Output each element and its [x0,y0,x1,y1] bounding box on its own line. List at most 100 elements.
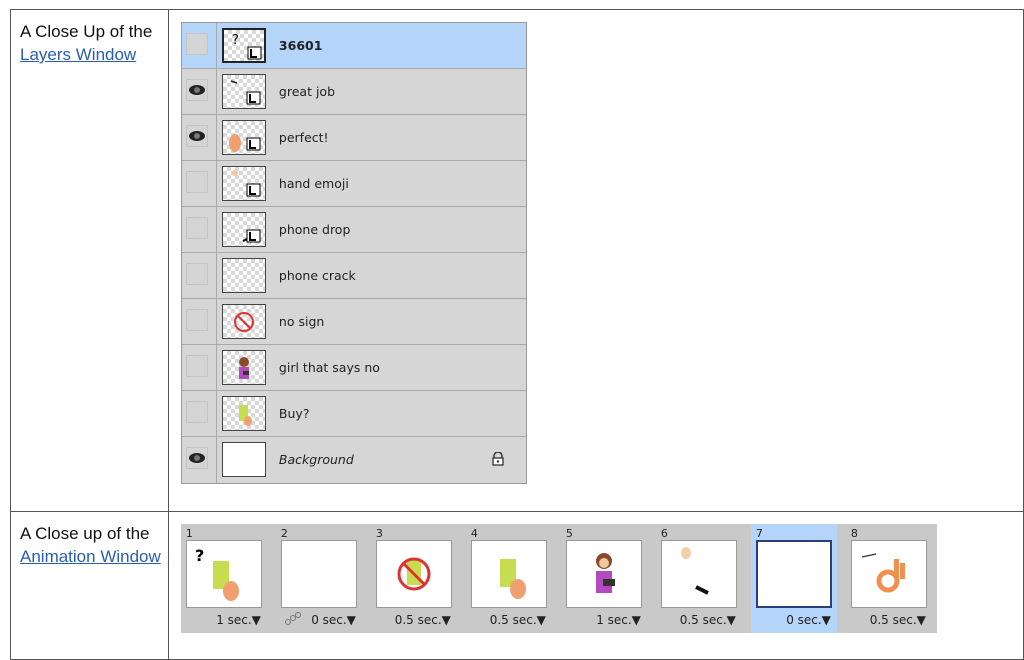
animation-frame[interactable]: 1 ? 1 sec.▼ [181,524,267,633]
frame-number: 6 [660,527,668,540]
question-icon: ? [232,33,262,60]
hand-icon [231,170,261,197]
phone-icon [242,229,261,243]
no-sign-icon [233,312,254,332]
animation-frame[interactable]: 2 0 sec.▼ [276,524,362,633]
frame-number: 2 [280,527,288,540]
visibility-toggle[interactable] [185,217,208,239]
phone-drop-icon [680,547,709,595]
layer-name: great job [278,84,336,99]
frame-delay[interactable]: 0.5 sec.▼ [490,613,546,627]
hand-icon [228,134,261,152]
layer-thumbnail [221,442,266,477]
layer-name: 36601 [278,38,323,53]
visibility-toggle[interactable] [185,171,208,193]
frame-thumbnail [280,540,357,608]
frame-thumbnail [660,540,737,608]
layer-name: phone drop [278,222,351,237]
visibility-toggle[interactable] [185,79,208,101]
svg-text:?: ? [232,33,239,48]
frame-delay[interactable]: 0.5 sec.▼ [680,613,736,627]
layer-row[interactable]: perfect! [181,115,526,161]
animation-image-cell: 1 ? 1 sec.▼ 2 0 sec.▼ 3 0.5 sec.▼ 4 0.5 … [167,511,1024,660]
layer-row[interactable]: hand emoji [181,161,526,207]
frame-number: 1 [185,527,193,540]
layers-image-cell: ? 36601 great job perfect! hand emoji ph… [167,9,1024,512]
frame-delay[interactable]: 1 sec.▼ [216,613,261,627]
eye-icon [188,85,205,95]
frame-thumbnail [375,540,452,608]
layer-row[interactable]: phone crack [181,253,526,299]
frame-number: 7 [755,527,763,540]
layer-row[interactable]: Background [182,437,526,483]
tween-icon [284,612,301,625]
layer-thumbnail [221,350,266,385]
layers-window-link[interactable]: Layers Window [20,45,136,64]
visibility-toggle[interactable] [185,309,208,331]
visibility-toggle[interactable] [185,401,208,423]
girl-icon [238,357,249,379]
layer-thumbnail [221,258,266,293]
frame-delay[interactable]: 0 sec.▼ [786,613,831,627]
animation-frame[interactable]: 7 0 sec.▼ [750,524,837,633]
layer-name: hand emoji [278,176,349,191]
layer-row[interactable]: girl that says no [181,345,526,391]
layer-name: perfect! [278,130,329,145]
layer-thumbnail [221,166,266,201]
layer-name: Background [278,452,354,467]
phone-hand-icon [499,559,526,599]
phone-hand-icon: ? [195,546,239,601]
animation-frame[interactable]: 8 0.5 sec.▼ [846,524,932,633]
layer-thumbnail [221,212,266,247]
layer-thumbnail [221,396,266,431]
layer-row[interactable]: great job [181,69,526,115]
frame-thumbnail [755,540,832,608]
frame-thumbnail [470,540,547,608]
animation-window-link[interactable]: Animation Window [20,547,161,566]
layer-thumbnail: ? [221,28,266,63]
layer-row[interactable]: phone drop [181,207,526,253]
frame-delay[interactable]: 0 sec.▼ [311,613,356,627]
eye-icon [188,453,205,463]
layer-thumbnail [221,120,266,155]
ok-hand-icon [861,553,905,593]
layer-row[interactable]: ? 36601 [181,23,526,69]
frame-delay[interactable]: 0.5 sec.▼ [870,613,926,627]
frame-delay[interactable]: 0.5 sec.▼ [395,613,451,627]
frame-number: 5 [565,527,573,540]
animation-frame[interactable]: 6 0.5 sec.▼ [656,524,742,633]
layer-name: no sign [278,314,325,329]
layer-name: girl that says no [278,360,380,375]
animation-label-text: A Close up of the [20,524,150,543]
visibility-toggle[interactable] [185,33,208,55]
content-table: A Close Up of the Layers Window ? 36601 [10,9,1024,660]
visibility-toggle[interactable] [185,125,208,147]
frame-thumbnail [850,540,927,608]
animation-frame[interactable]: 3 0.5 sec.▼ [371,524,457,633]
frame-number: 8 [850,527,858,540]
layer-row[interactable]: no sign [181,299,526,345]
layers-label-cell: A Close Up of the Layers Window [10,9,169,512]
layer-row[interactable]: Buy? [181,391,526,437]
animation-frame[interactable]: 5 1 sec.▼ [561,524,647,633]
layers-panel: ? 36601 great job perfect! hand emoji ph… [180,22,527,484]
visibility-toggle[interactable] [185,447,208,469]
lock-icon [492,452,504,466]
phone-hand-icon [238,405,252,426]
animation-frame[interactable]: 4 0.5 sec.▼ [466,524,552,633]
visibility-toggle[interactable] [185,263,208,285]
visibility-toggle[interactable] [185,355,208,377]
frame-number: 3 [375,527,383,540]
svg-text:?: ? [195,546,204,565]
layer-thumbnail [221,74,266,109]
layers-label-text: A Close Up of the [20,22,153,41]
frame-delay[interactable]: 1 sec.▼ [596,613,641,627]
frame-number: 4 [470,527,478,540]
layer-name: Buy? [278,406,310,421]
frame-thumbnail: ? [185,540,262,608]
animation-label-cell: A Close up of the Animation Window [10,511,169,660]
layer-thumbnail [221,304,266,339]
layer-name: phone crack [278,268,356,283]
no-sign-icon [397,557,431,591]
frame-thumbnail [565,540,642,608]
